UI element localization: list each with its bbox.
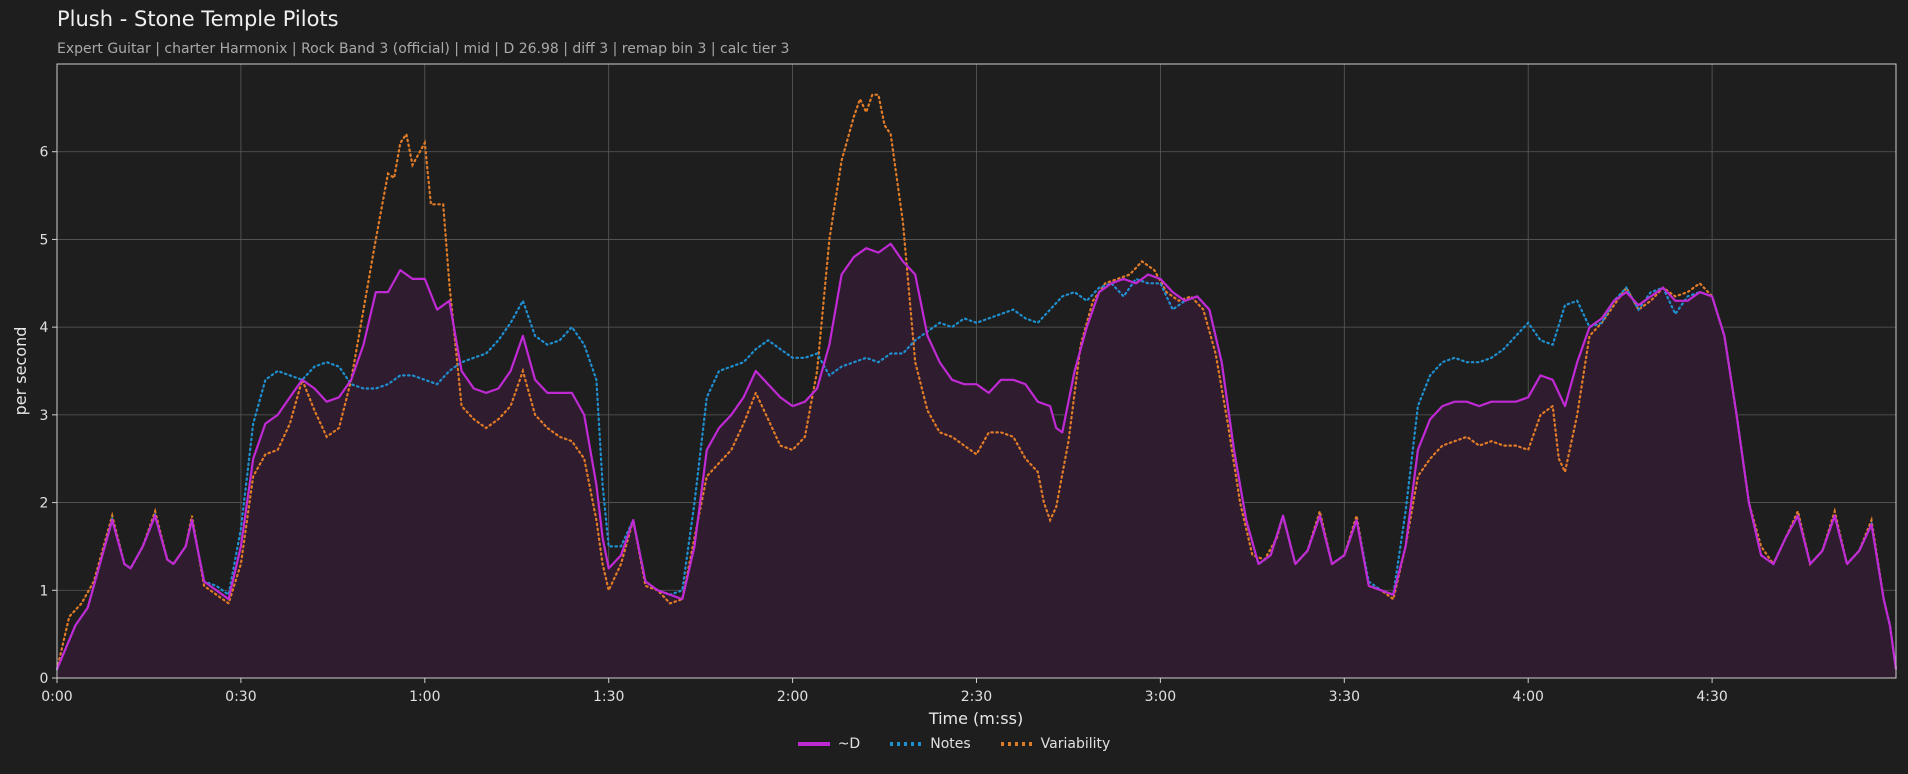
legend-swatch-d <box>797 742 830 746</box>
legend-label-notes: Notes <box>930 736 971 752</box>
chart-legend: ~D Notes Variability <box>0 736 1908 752</box>
legend-swatch-variability <box>1000 742 1033 746</box>
x-tick-label: 3:00 <box>1145 689 1176 705</box>
legend-item-d: ~D <box>797 736 861 752</box>
x-tick-label: 1:30 <box>593 689 624 705</box>
y-axis-label: per second <box>11 327 30 416</box>
chart-svg: 0:00 0:30 1:00 1:30 2:00 2:30 3:00 3:30 4:00 4:30… <box>11 63 1898 728</box>
y-tick-label: 4 <box>40 320 49 336</box>
x-tick-label: 0:00 <box>41 689 72 705</box>
y-tick-label: 0 <box>40 671 49 687</box>
legend-item-variability: Variability <box>1000 736 1111 752</box>
legend-label-variability: Variability <box>1040 736 1111 752</box>
y-tick-label: 5 <box>40 232 49 248</box>
legend-item-notes: Notes <box>890 736 971 752</box>
x-axis-label: Time (m:ss) <box>928 709 1023 728</box>
legend-swatch-notes <box>890 742 923 746</box>
x-tick-label: 2:30 <box>961 689 992 705</box>
y-tick-label: 2 <box>40 496 49 512</box>
x-tick-label: 0:30 <box>225 689 256 705</box>
y-tick-label: 6 <box>40 145 49 161</box>
x-tick-label: 1:00 <box>409 689 440 705</box>
x-tick-label: 4:30 <box>1696 689 1727 705</box>
x-tick-label: 2:00 <box>777 689 808 705</box>
legend-label-d: ~D <box>837 736 861 752</box>
x-tick-label: 4:00 <box>1512 689 1543 705</box>
y-tick-label: 3 <box>40 408 49 424</box>
x-tick-label: 3:30 <box>1329 689 1360 705</box>
y-tick-label: 1 <box>40 583 49 599</box>
